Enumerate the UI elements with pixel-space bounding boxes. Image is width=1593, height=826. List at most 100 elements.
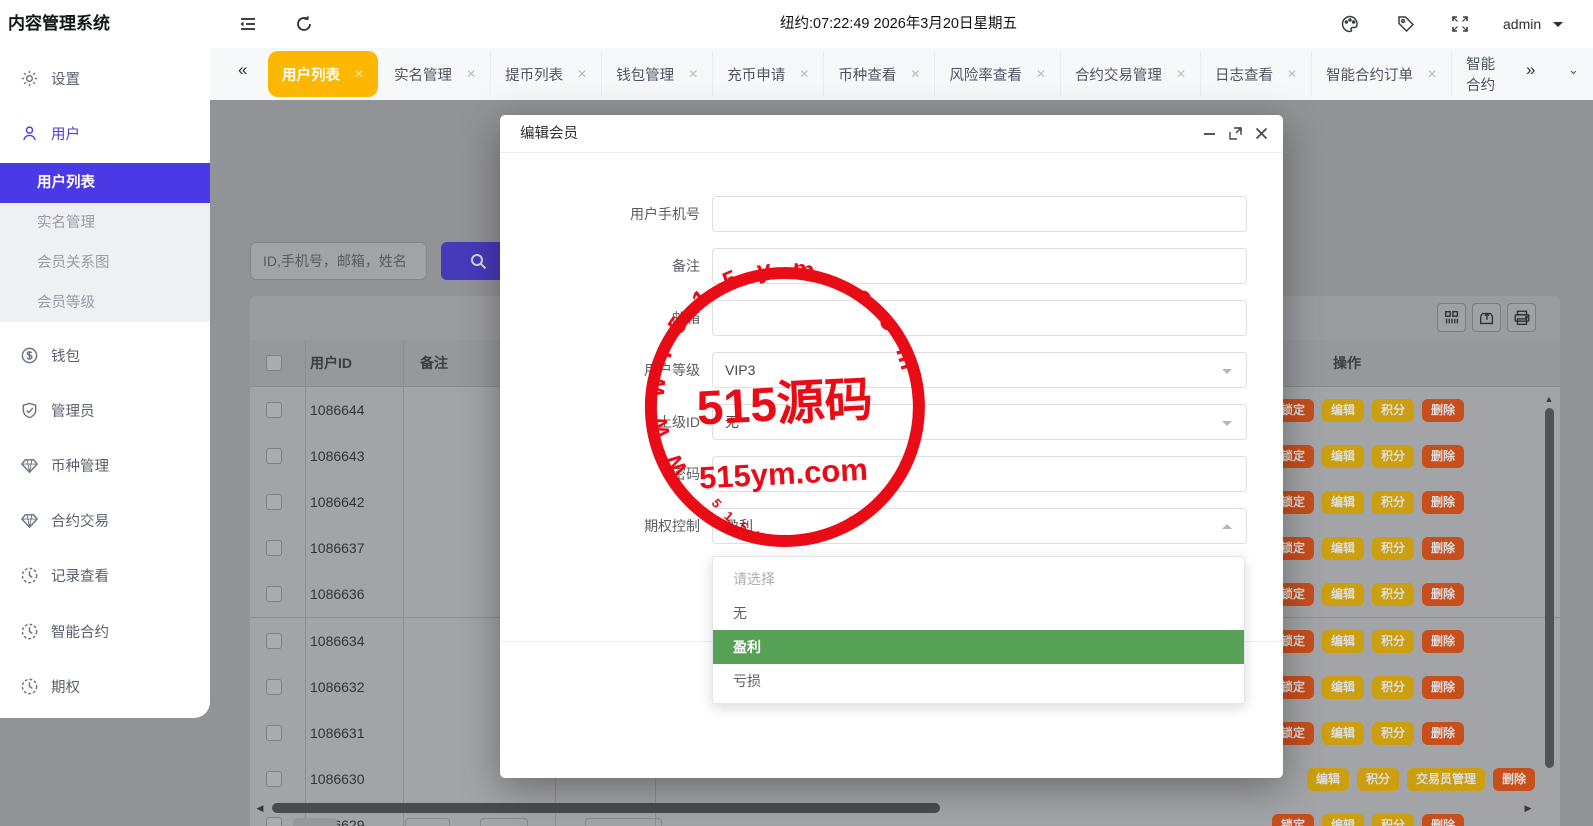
sidebar-subitem-3[interactable]: 会员等级 [0,283,210,323]
action-button[interactable]: 删除 [1422,445,1464,468]
pagination-control[interactable] [585,818,662,826]
tab-close-icon[interactable]: ✕ [688,67,698,81]
pagination-control[interactable] [405,818,450,826]
grid-button[interactable] [1437,303,1466,332]
tab-close-icon[interactable]: ✕ [1036,67,1046,81]
action-button[interactable]: 积分 [1372,814,1414,826]
action-button[interactable]: 积分 [1372,630,1414,653]
action-button[interactable]: 删除 [1422,583,1464,606]
tab-7[interactable]: 合约交易管理✕ [1061,51,1201,97]
refresh-icon[interactable] [294,14,314,39]
action-button[interactable]: 锁定 [1272,814,1314,826]
select-3[interactable]: VIP3 [712,352,1247,388]
action-button[interactable]: 删除 [1422,399,1464,422]
maximize-icon[interactable] [1228,126,1244,142]
tab-close-icon[interactable]: ✕ [910,67,920,81]
select-6[interactable]: 盈利 [712,508,1247,544]
tab-3[interactable]: 钱包管理✕ [602,51,713,97]
palette-icon[interactable] [1340,14,1360,39]
tab-6[interactable]: 风险率查看✕ [935,51,1061,97]
action-button[interactable]: 编辑 [1322,445,1364,468]
action-button[interactable]: 积分 [1372,445,1414,468]
tab-close-icon[interactable]: ✕ [1427,67,1437,81]
action-button[interactable]: 删除 [1422,814,1464,826]
search-input[interactable]: ID,手机号，邮箱，姓名 [250,242,427,280]
action-button[interactable]: 删除 [1422,722,1464,745]
sidebar-subitem-2[interactable]: 会员关系图 [0,243,210,283]
menu-fold-icon[interactable] [238,14,258,39]
sidebar-item-3[interactable]: 管理员 [0,392,210,428]
scroll-left-arrow[interactable]: ◀ [254,803,266,813]
horizontal-scrollbar-thumb[interactable] [272,803,940,813]
action-button[interactable]: 删除 [1422,537,1464,560]
input-2[interactable] [712,300,1247,336]
sidebar-item-8[interactable]: 期权 [0,668,210,704]
export-button[interactable] [1472,303,1501,332]
row-checkbox[interactable] [266,725,282,741]
sidebar-item-6[interactable]: 记录查看 [0,557,210,593]
action-button[interactable]: 编辑 [1322,537,1364,560]
action-button[interactable]: 积分 [1372,722,1414,745]
dropdown-option-2[interactable]: 盈利 [713,630,1244,664]
dropdown-option-3[interactable]: 亏损 [713,664,1244,698]
action-button[interactable]: 编辑 [1322,583,1364,606]
scroll-up-arrow[interactable]: ▲ [1543,394,1555,404]
scroll-right-arrow[interactable]: ▶ [1522,803,1534,813]
tabs-more-icon[interactable]: » [1526,60,1532,80]
sidebar-subitem-0[interactable]: 用户列表 [0,163,210,203]
action-button[interactable]: 编辑 [1322,399,1364,422]
tab-4[interactable]: 充币申请✕ [713,51,824,97]
tabs-dropdown-icon[interactable]: ⌄ [1568,62,1579,78]
action-button[interactable]: 积分 [1372,491,1414,514]
sidebar-item-0[interactable]: 设置 [0,60,210,96]
minimize-icon[interactable] [1202,126,1218,142]
tab-0[interactable]: 用户列表✕ [268,51,378,97]
input-1[interactable] [712,248,1247,284]
printer-button[interactable] [1507,303,1536,332]
row-checkbox[interactable] [266,817,282,826]
sidebar-subitem-1[interactable]: 实名管理 [0,203,210,243]
row-checkbox[interactable] [266,448,282,464]
action-button[interactable]: 删除 [1422,491,1464,514]
row-checkbox[interactable] [266,540,282,556]
input-5[interactable] [712,456,1247,492]
action-button[interactable]: 删除 [1422,676,1464,699]
sidebar-item-5[interactable]: 合约交易 [0,502,210,538]
row-checkbox[interactable] [266,586,282,602]
action-button[interactable]: 编辑 [1322,676,1364,699]
action-button[interactable]: 编辑 [1322,722,1364,745]
tab-1[interactable]: 实名管理✕ [380,51,491,97]
tab-close-icon[interactable]: ✕ [799,67,809,81]
action-button[interactable]: 编辑 [1322,630,1364,653]
action-button[interactable]: 积分 [1372,676,1414,699]
pagination-control[interactable] [480,818,528,826]
sidebar-item-4[interactable]: 币种管理 [0,447,210,483]
tab-close-icon[interactable]: ✕ [1287,67,1297,81]
sidebar-item-1[interactable]: 用户 [0,115,210,151]
action-button[interactable]: 交易员管理 [1407,768,1485,791]
action-button[interactable]: 积分 [1372,537,1414,560]
dropdown-option-0[interactable]: 请选择 [713,562,1244,596]
row-checkbox[interactable] [266,402,282,418]
tab-close-icon[interactable]: ✕ [577,67,587,81]
input-0[interactable] [712,196,1247,232]
tab-5[interactable]: 币种查看✕ [824,51,935,97]
sidebar-item-7[interactable]: 智能合约 [0,613,210,649]
tab-8[interactable]: 日志查看✕ [1201,51,1312,97]
tab-9[interactable]: 智能合约订单✕ [1312,51,1452,97]
select-4[interactable]: 无 [712,404,1247,440]
tab-10[interactable]: 智能合约 [1452,51,1512,97]
tabs-collapse-icon[interactable]: « [238,60,244,80]
action-button[interactable]: 删除 [1422,630,1464,653]
user-menu[interactable]: admin [1503,0,1541,48]
dropdown-option-1[interactable]: 无 [713,596,1244,630]
row-checkbox[interactable] [266,633,282,649]
tab-close-icon[interactable]: ✕ [1176,67,1186,81]
tab-close-icon[interactable]: ✕ [354,67,364,81]
action-button[interactable]: 积分 [1372,399,1414,422]
tab-2[interactable]: 提币列表✕ [491,51,602,97]
action-button[interactable]: 编辑 [1322,491,1364,514]
close-icon[interactable] [1254,126,1270,142]
action-button[interactable]: 积分 [1357,768,1399,791]
select-all-checkbox[interactable] [266,355,282,371]
